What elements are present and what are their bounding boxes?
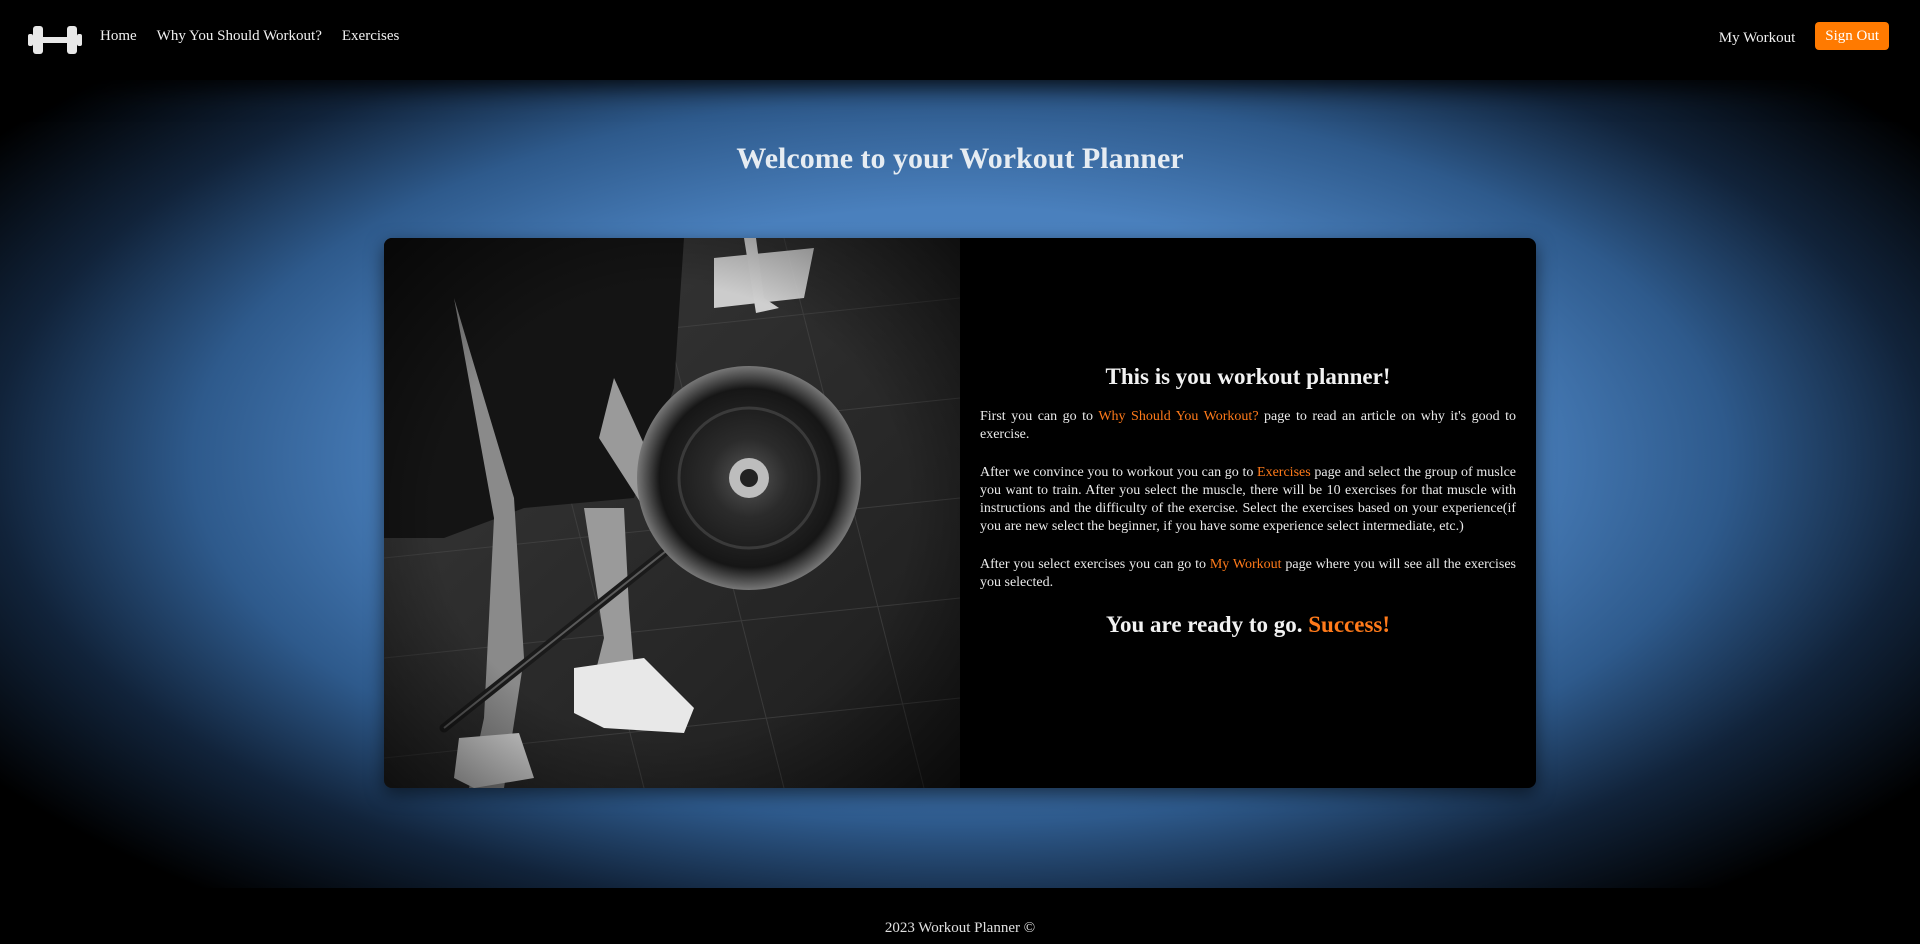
link-my-workout[interactable]: My Workout <box>1210 557 1282 572</box>
deadlift-photo <box>384 238 960 788</box>
nav-link-my-workout[interactable]: My Workout <box>1719 30 1795 47</box>
link-exercises[interactable]: Exercises <box>1257 465 1311 480</box>
nav-right: My Workout Sign Out <box>1719 22 1889 50</box>
nav-links: Home Why You Should Workout? Exercises <box>100 28 399 45</box>
dumbbell-icon[interactable] <box>28 22 82 58</box>
intro-text: This is you workout planner! First you c… <box>980 364 1516 638</box>
ready-heading: You are ready to go. Success! <box>980 612 1516 638</box>
intro-paragraph-1: First you can go to Why Should You Worko… <box>980 408 1516 444</box>
sign-out-button[interactable]: Sign Out <box>1815 22 1889 50</box>
footer: 2023 Workout Planner © <box>0 888 1920 944</box>
nav-link-why-workout[interactable]: Why You Should Workout? <box>157 28 322 45</box>
p2-text-before: After we convince you to workout you can… <box>980 465 1258 480</box>
main-content: Welcome to your Workout Planner This is … <box>0 80 1920 888</box>
page-title: Welcome to your Workout Planner <box>736 142 1184 175</box>
nav-link-exercises[interactable]: Exercises <box>342 28 399 45</box>
nav-link-home[interactable]: Home <box>100 28 137 45</box>
p1-text-before: First you can go to <box>980 409 1099 424</box>
intro-card: This is you workout planner! First you c… <box>384 238 1536 788</box>
footer-copyright: 2023 Workout Planner © <box>884 920 1036 936</box>
p3-text-before: After you select exercises you can go to <box>980 557 1210 572</box>
success-text: Success! <box>1308 612 1391 637</box>
intro-paragraph-3: After you select exercises you can go to… <box>980 556 1516 592</box>
planner-heading: This is you workout planner! <box>1105 364 1391 389</box>
ready-text: You are ready to go. <box>1105 612 1309 637</box>
intro-paragraph-2: After we convince you to workout you can… <box>980 464 1516 536</box>
link-why-workout[interactable]: Why Should You Workout? <box>1098 409 1258 424</box>
navbar: Home Why You Should Workout? Exercises M… <box>0 0 1920 80</box>
